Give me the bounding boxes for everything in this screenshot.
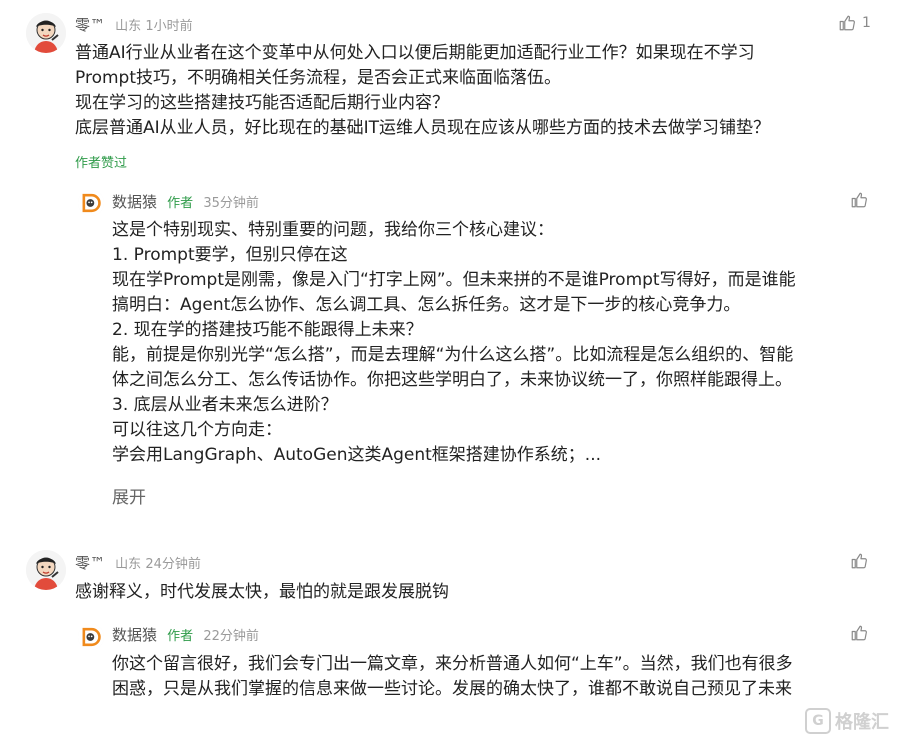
- comment-line: 底层普通AI从业人员，好比现在的基础IT运维人员现在应该从哪些方面的技术去做学习…: [75, 118, 771, 138]
- watermark-logo-icon: G: [805, 708, 831, 734]
- reply-username[interactable]: 数据猿: [112, 626, 157, 644]
- timestamp: 1小时前: [145, 19, 193, 34]
- reply-line: 能，前提是你别光学“怎么搭”，而是去理解“为什么这么搭”。比如流程是怎么组织的、…: [112, 345, 794, 365]
- reply-username[interactable]: 数据猿: [112, 193, 157, 211]
- data-ape-logo-icon: [78, 624, 104, 650]
- cartoon-avatar-icon: [26, 550, 66, 590]
- like-button[interactable]: 1: [838, 14, 871, 32]
- reply-line: 困惑，只是从我们掌握的信息来做一些讨论。发展的确太快了，谁都不敢说自己预见了未来: [112, 679, 792, 699]
- reply-line: 这是个特别现实、特别重要的问题，我给你三个核心建议：: [112, 220, 554, 240]
- comment-meta: 零™ 山东 1小时前: [75, 14, 193, 35]
- reply-meta: 数据猿 作者 35分钟前: [112, 191, 259, 212]
- reply-line: 2. 现在学的搭建技巧能不能跟得上未来？: [112, 320, 423, 340]
- thumbs-up-icon: [850, 552, 868, 570]
- author-avatar[interactable]: [78, 190, 104, 216]
- username[interactable]: 零™: [75, 16, 105, 34]
- thumbs-up-icon: [838, 14, 856, 32]
- reply-like-button[interactable]: [850, 624, 868, 642]
- reply-timestamp: 35分钟前: [203, 196, 259, 211]
- reply-timestamp: 22分钟前: [203, 629, 259, 644]
- username[interactable]: 零™: [75, 554, 105, 572]
- author-tag: 作者: [167, 629, 194, 644]
- reply-line: 搞明白：Agent怎么协作、怎么调工具、怎么拆任务。这才是下一步的核心竞争力。: [112, 295, 741, 315]
- thumbs-up-icon: [850, 191, 868, 209]
- location: 山东: [115, 19, 142, 34]
- comment-meta: 零™ 山东 24分钟前: [75, 552, 201, 573]
- reply-like-button[interactable]: [850, 191, 868, 209]
- comment-line: 感谢释义，时代发展太快，最怕的就是跟发展脱钩: [75, 582, 449, 602]
- reply-line: 可以往这几个方向走：: [112, 420, 282, 440]
- comment-text: 感谢释义，时代发展太快，最怕的就是跟发展脱钩: [75, 580, 449, 605]
- reply-text: 这是个特别现实、特别重要的问题，我给你三个核心建议： 1. Prompt要学，但…: [112, 218, 796, 468]
- expand-link[interactable]: 展开: [112, 483, 146, 508]
- watermark-text: 格隆汇: [835, 712, 889, 733]
- user-avatar[interactable]: [26, 550, 66, 590]
- reply-line: 1. Prompt要学，但别只停在这: [112, 245, 348, 265]
- reply-line: 3. 底层从业者未来怎么进阶？: [112, 395, 338, 415]
- like-button[interactable]: [850, 552, 868, 570]
- author-avatar[interactable]: [78, 624, 104, 650]
- comment-line: 现在学习的这些搭建技巧能否适配后期行业内容？: [75, 93, 449, 113]
- reply-line: 你这个留言很好，我们会专门出一篇文章，来分析普通人如何“上车”。当然，我们也有很…: [112, 654, 793, 674]
- data-ape-logo-icon: [78, 190, 104, 216]
- reply-line: 现在学Prompt是刚需，像是入门“打字上网”。但未来拼的不是谁Prompt写得…: [112, 270, 796, 290]
- watermark: G 格隆汇: [805, 708, 889, 734]
- reply-meta: 数据猿 作者 22分钟前: [112, 624, 259, 645]
- timestamp: 24分钟前: [145, 557, 201, 572]
- reply-line: 学会用LangGraph、AutoGen这类Agent框架搭建协作系统；...: [112, 445, 602, 465]
- like-count: 1: [862, 15, 871, 31]
- comment-text: 普通AI行业从业者在这个变革中从何处入口以便后期能更加适配行业工作？如果现在不学…: [75, 41, 770, 141]
- comment-line: Prompt技巧，不明确相关任务流程，是否会正式来临面临落伍。: [75, 68, 561, 88]
- reply-text: 你这个留言很好，我们会专门出一篇文章，来分析普通人如何“上车”。当然，我们也有很…: [112, 652, 793, 702]
- comment-line: 普通AI行业从业者在这个变革中从何处入口以便后期能更加适配行业工作？如果现在不学…: [75, 43, 755, 63]
- thumbs-up-icon: [850, 624, 868, 642]
- location: 山东: [115, 557, 142, 572]
- author-liked-badge: 作者赞过: [75, 156, 128, 171]
- user-avatar[interactable]: [26, 13, 66, 53]
- reply-line: 体之间怎么分工、怎么传话协作。你把这些学明白了，未来协议统一了，你照样能跟得上。: [112, 370, 792, 390]
- author-tag: 作者: [167, 196, 194, 211]
- cartoon-avatar-icon: [26, 13, 66, 53]
